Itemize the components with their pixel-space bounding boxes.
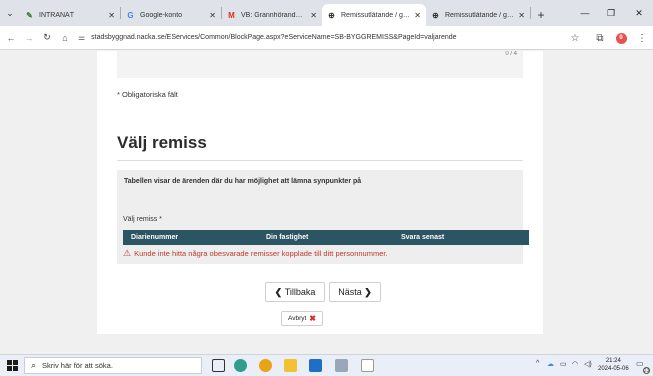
previous-field-box: 0 / 4 <box>117 51 523 78</box>
close-tab-icon[interactable]: ✕ <box>310 11 317 20</box>
tab-title: INTRANÄT <box>39 11 74 19</box>
column-header-diarienummer[interactable]: Diarienummer <box>131 234 178 241</box>
profile-avatar[interactable]: 0 <box>613 30 629 46</box>
divider <box>117 160 523 161</box>
reload-icon[interactable]: ↻ <box>40 28 54 48</box>
volume-icon[interactable]: ◁) <box>584 360 592 368</box>
close-tab-icon[interactable]: ✕ <box>108 11 115 20</box>
close-tab-icon[interactable]: ✕ <box>209 11 216 20</box>
network-icon[interactable]: ◠ <box>572 360 578 368</box>
notepad-icon[interactable] <box>361 359 374 372</box>
tab-title: Remissutlåtande / granne <box>341 11 410 19</box>
forward-arrow-icon[interactable]: → <box>22 28 36 48</box>
url-text: stadsbyggnad.nacka.se/EServices/Common/B… <box>91 34 457 41</box>
cancel-button-label: Avbryt <box>287 315 307 322</box>
search-placeholder: Skriv här för att söka. <box>42 361 113 370</box>
clock-date: 2024-05-06 <box>598 366 629 372</box>
back-button[interactable]: ❮ Tillbaka <box>265 282 325 302</box>
edge-icon[interactable] <box>234 359 247 372</box>
profile-badge: 0 <box>615 32 627 44</box>
battery-icon[interactable]: ▭ <box>560 360 567 368</box>
next-button[interactable]: Nästa ❯ <box>329 282 381 302</box>
taskbar-search-box[interactable]: ⌕ Skriv här för att söka. <box>24 357 202 374</box>
column-header-svara-senast[interactable]: Svara senast <box>401 234 444 241</box>
close-x-icon: ✖ <box>309 314 316 323</box>
page-title: Välj remiss <box>117 133 207 152</box>
tray-chevron-up-icon[interactable]: ^ <box>536 360 539 367</box>
chrome-icon[interactable] <box>259 359 272 372</box>
app-icon[interactable] <box>335 359 348 372</box>
restore-icon[interactable]: ❐ <box>598 0 624 26</box>
taskbar-clock[interactable]: 21:24 2024-05-06 <box>598 357 629 373</box>
select-remiss-label: Välj remiss * <box>123 216 162 223</box>
tab-title: VB: Grannhörande, utskick <box>241 11 306 19</box>
windows-taskbar: ⌕ Skriv här för att söka. ^ ☁ ▭ ◠ ◁) 21:… <box>0 354 653 376</box>
intranet-icon: ✎ <box>26 10 33 20</box>
close-tab-icon[interactable]: ✕ <box>518 11 525 20</box>
back-button-label: Tillbaka <box>284 287 316 297</box>
page-viewport: 0 / 4 * Obligatoriska fält Välj remiss T… <box>0 51 653 349</box>
address-bar[interactable]: ⚌ stadsbyggnad.nacka.se/EServices/Common… <box>78 29 548 47</box>
onedrive-icon[interactable]: ☁ <box>547 360 554 368</box>
chevron-left-icon: ❮ <box>274 286 283 297</box>
chevron-right-icon: ❯ <box>364 286 372 297</box>
warning-icon: ⚠ <box>123 248 132 258</box>
tab-intranet[interactable]: ✎ INTRANÄT ✕ <box>20 4 120 26</box>
column-header-fastighet[interactable]: Din fastighet <box>266 234 308 241</box>
notification-count: 23 <box>643 367 650 374</box>
info-text: Tabellen visar de ärenden där du har möj… <box>124 178 362 185</box>
site-info-icon[interactable]: ⚌ <box>78 33 85 42</box>
new-tab-plus-icon[interactable]: + <box>531 4 551 26</box>
character-counter: 0 / 4 <box>505 51 517 57</box>
search-icon: ⌕ <box>31 360 37 370</box>
required-fields-note: * Obligatoriska fält <box>117 90 178 99</box>
clock-time: 21:24 <box>605 358 621 364</box>
bookmark-star-icon[interactable]: ☆ <box>567 30 583 46</box>
tab-remiss[interactable]: ⊕ Remissutlåtande / granne ✕ <box>426 4 530 26</box>
gmail-icon: M <box>228 10 235 20</box>
file-explorer-icon[interactable] <box>284 359 297 372</box>
tab-google-konto[interactable]: G Google-konto ✕ <box>121 4 221 26</box>
close-window-icon[interactable]: ✕ <box>626 0 652 26</box>
remiss-selection-panel: Tabellen visar de ärenden där du har möj… <box>117 170 529 264</box>
globe-icon: ⊕ <box>328 10 335 20</box>
minimize-icon[interactable]: — <box>572 0 598 26</box>
tab-gmail[interactable]: M VB: Grannhörande, utskick ✕ <box>222 4 322 26</box>
remiss-table-header: Diarienummer Din fastighet Svara senast <box>123 230 529 245</box>
next-button-label: Nästa <box>338 287 362 297</box>
tab-remiss-active[interactable]: ⊕ Remissutlåtande / granne ✕ <box>322 4 426 26</box>
cancel-button[interactable]: Avbryt ✖ <box>281 311 323 326</box>
error-text: Kunde inte hitta några obesvarade remiss… <box>134 249 388 258</box>
error-message: ⚠ Kunde inte hitta några obesvarade remi… <box>123 248 388 259</box>
back-arrow-icon[interactable]: ← <box>4 28 18 48</box>
form-card: 0 / 4 * Obligatoriska fält Välj remiss T… <box>97 51 543 334</box>
browser-menu-icon[interactable]: ⋮ <box>634 30 650 46</box>
globe-icon: ⊕ <box>432 10 439 20</box>
tab-title: Remissutlåtande / granne <box>445 11 514 19</box>
windows-start-icon[interactable] <box>7 360 18 371</box>
tab-title: Google-konto <box>140 11 183 19</box>
extensions-icon[interactable]: ⧉ <box>592 30 608 46</box>
browser-tab-strip: ⌄ ✎ INTRANÄT ✕ G Google-konto ✕ M VB: Gr… <box>0 0 653 26</box>
home-icon[interactable]: ⌂ <box>58 28 72 48</box>
task-view-icon[interactable] <box>212 359 225 372</box>
tab-search-chevron-icon[interactable]: ⌄ <box>0 0 20 26</box>
google-icon: G <box>127 10 134 20</box>
browser-toolbar: ← → ↻ ⌂ ⚌ stadsbyggnad.nacka.se/EService… <box>0 26 653 50</box>
notification-center-icon[interactable]: ▭ 23 <box>636 359 650 374</box>
close-tab-icon[interactable]: ✕ <box>414 11 421 20</box>
outlook-icon[interactable] <box>309 359 322 372</box>
